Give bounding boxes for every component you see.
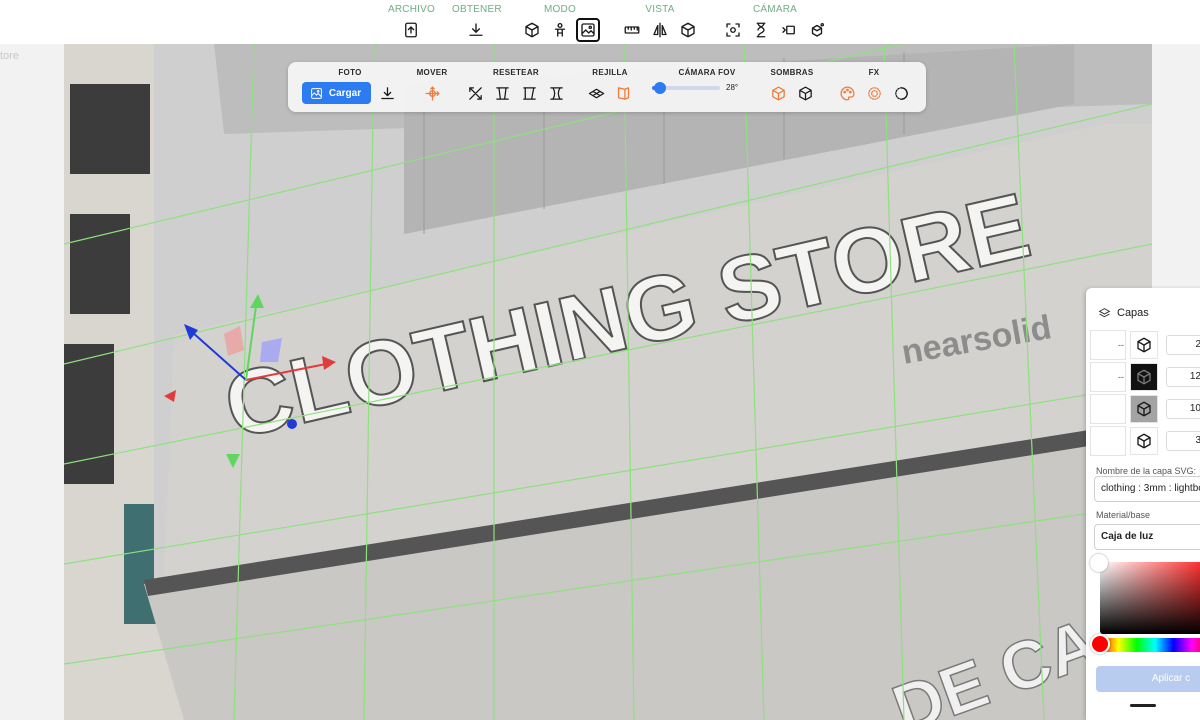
frame-icon[interactable] <box>777 18 801 42</box>
ruler-icon[interactable] <box>620 18 644 42</box>
layer-cube-icon[interactable] <box>1130 363 1158 391</box>
archivo-label: ARCHIVO <box>388 4 435 15</box>
cube-view-icon[interactable] <box>676 18 700 42</box>
archivo-group: ARCHIVO <box>388 4 435 42</box>
layer-depth-input[interactable]: 3 <box>1166 431 1200 451</box>
fx-label: FX <box>868 68 880 77</box>
rejilla-group: REJILLA <box>580 68 640 104</box>
palette-icon[interactable] <box>836 82 858 104</box>
vignette-icon[interactable] <box>890 82 912 104</box>
color-saturation-area[interactable] <box>1100 562 1200 634</box>
layer-depth-input[interactable]: 10 <box>1166 399 1200 419</box>
cargar-button[interactable]: Cargar <box>301 82 372 104</box>
obtener-group: OBTENER <box>452 4 502 42</box>
layer-cube-icon[interactable] <box>1130 395 1158 423</box>
sombras-group: SOMBRAS <box>762 68 822 104</box>
top-toolbar: ARCHIVO OBTENER MODO VISTA CÁMARA <box>0 0 1200 44</box>
foto-label: FOTO <box>338 68 362 77</box>
foto-group: FOTO Cargar <box>300 68 400 104</box>
layer-cube-icon[interactable] <box>1130 427 1158 455</box>
layer-drag-handle[interactable]: -- <box>1118 340 1124 350</box>
download-icon[interactable] <box>464 18 488 42</box>
mover-group: MOVER <box>412 68 452 104</box>
person-icon[interactable] <box>548 18 572 42</box>
fov-slider[interactable] <box>652 81 720 94</box>
photo-canvas[interactable]: tore CLOTHING STORE nearsolid DE CAF <box>0 44 1200 720</box>
fx-group: FX <box>832 68 916 104</box>
svg-name-label: Nombre de la capa SVG: <box>1096 466 1197 476</box>
storefront-illustration: CLOTHING STORE nearsolid DE CAF <box>64 44 1152 720</box>
window <box>70 214 130 314</box>
focus-icon[interactable] <box>721 18 745 42</box>
hue-slider[interactable] <box>1100 638 1200 652</box>
layer-thumbnail[interactable] <box>1090 426 1126 456</box>
svg-name-field[interactable]: clothing : 3mm : lightbo <box>1094 476 1200 502</box>
panel-resize-handle[interactable] <box>1130 704 1156 707</box>
layer-cube-icon[interactable] <box>1130 331 1158 359</box>
layers-icon <box>1098 307 1111 317</box>
tool-panel: FOTO Cargar MOVER RESETEAR REJILLA CÁMAR… <box>288 62 926 112</box>
material-label: Material/base <box>1096 510 1151 520</box>
vista-label: VISTA <box>645 4 675 15</box>
image-mode-icon[interactable] <box>576 18 600 42</box>
gizmo-handle-blue[interactable] <box>287 419 297 429</box>
camera-fov-label: CÁMARA FOV <box>678 68 736 77</box>
hourglass-icon[interactable] <box>749 18 773 42</box>
sombras-label: SOMBRAS <box>770 68 814 77</box>
layers-header: Capas <box>1086 288 1200 324</box>
modo-label: MODO <box>544 4 576 15</box>
camara-group: CÁMARA <box>720 4 830 42</box>
obtener-label: OBTENER <box>452 4 502 15</box>
rejilla-label: REJILLA <box>592 68 628 77</box>
fov-value: 28° <box>726 83 739 92</box>
flip-icon[interactable] <box>648 18 672 42</box>
upload-icon[interactable] <box>399 18 423 42</box>
layer-thumbnail[interactable] <box>1090 394 1126 424</box>
layer-row[interactable]: 10 <box>1090 394 1200 424</box>
reset-scale-icon[interactable] <box>492 82 514 104</box>
grid-cube-icon[interactable] <box>613 82 635 104</box>
shadow-soft-icon[interactable] <box>795 82 817 104</box>
resetear-group: RESETEAR <box>464 68 568 104</box>
move-tool-icon[interactable] <box>421 82 443 104</box>
cargar-label: Cargar <box>328 87 362 99</box>
layers-title: Capas <box>1117 307 1149 319</box>
camera-fov-group: CÁMARA FOV 28° <box>652 68 762 94</box>
layer-row[interactable]: -- 12 <box>1090 362 1200 392</box>
layer-row[interactable]: -- 2 <box>1090 330 1200 360</box>
shadow-cube-icon[interactable] <box>768 82 790 104</box>
resetear-label: RESETEAR <box>493 68 539 77</box>
layers-panel: Capas -- 2 -- 12 10 3 Nombre de la capa … <box>1086 288 1200 720</box>
orbit-icon[interactable] <box>805 18 829 42</box>
app-root: ARCHIVO OBTENER MODO VISTA CÁMARA tore C… <box>0 0 1200 720</box>
reset-rotation-icon[interactable] <box>519 82 541 104</box>
mover-label: MOVER <box>416 68 448 77</box>
reset-position-icon[interactable] <box>546 82 568 104</box>
modo-group: MODO <box>520 4 600 42</box>
layer-drag-handle[interactable]: -- <box>1118 372 1124 382</box>
image-upload-icon <box>311 87 322 99</box>
layer-row[interactable]: 3 <box>1090 426 1200 456</box>
grid-plane-icon[interactable] <box>586 82 608 104</box>
vista-group: VISTA <box>620 4 700 42</box>
color-picker-knob[interactable] <box>1090 554 1108 572</box>
storefront-photo: CLOTHING STORE nearsolid DE CAF <box>64 44 1152 720</box>
noise-icon[interactable] <box>863 82 885 104</box>
download-photo-icon[interactable] <box>376 82 398 104</box>
cube-icon[interactable] <box>520 18 544 42</box>
fov-slider-knob[interactable] <box>654 81 667 94</box>
window <box>70 84 150 174</box>
canvas-edge-label: tore <box>0 50 19 62</box>
reset-all-icon[interactable] <box>465 82 487 104</box>
apply-button[interactable]: Aplicar c <box>1096 666 1200 692</box>
layer-depth-input[interactable]: 2 <box>1166 335 1200 355</box>
hue-slider-knob[interactable] <box>1090 634 1110 654</box>
material-select[interactable]: Caja de luz <box>1094 524 1200 550</box>
layer-depth-input[interactable]: 12 <box>1166 367 1200 387</box>
camara-label: CÁMARA <box>753 4 797 15</box>
